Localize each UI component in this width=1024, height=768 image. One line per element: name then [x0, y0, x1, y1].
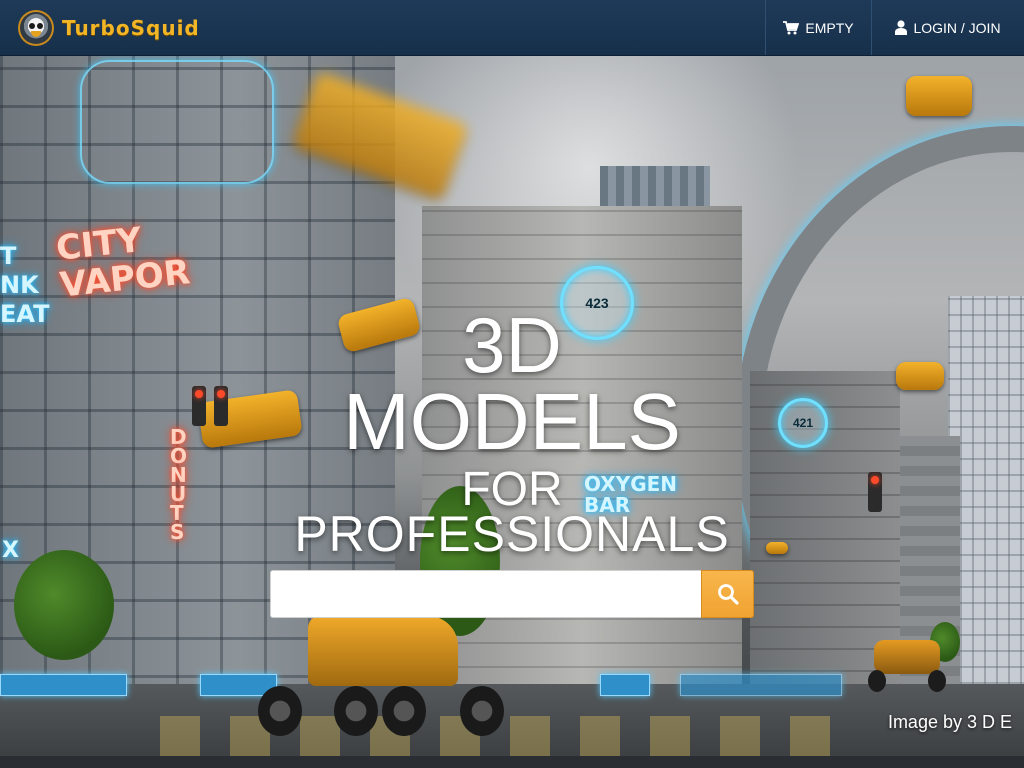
user-icon	[895, 20, 908, 35]
shopping-cart-icon	[783, 20, 800, 34]
holo-barrier	[0, 674, 127, 696]
car-hologram	[80, 60, 274, 184]
cart-label: EMPTY	[805, 19, 854, 36]
yellow-rover-vehicle	[258, 616, 508, 746]
login-join-button[interactable]: LOGIN / JOIN	[871, 0, 1024, 55]
bottom-strip	[0, 756, 1024, 768]
top-nav-bar: TurboSquid EMPTY LOGIN / JOIN	[0, 0, 1024, 56]
magnifier-icon	[717, 584, 739, 605]
tree	[14, 550, 114, 660]
hero-banner: 423 421 CITY VAPOR T NK EAT X DONUTS OXY…	[0, 56, 1024, 756]
partial-sign-line1: T	[0, 242, 17, 270]
search-input[interactable]	[270, 570, 701, 618]
turbosquid-logo[interactable]: TurboSquid	[18, 9, 200, 47]
brand-name: TurboSquid	[62, 16, 200, 40]
squid-mascot-icon	[18, 10, 54, 46]
holo-barrier	[680, 674, 842, 696]
headline-3d: 3D	[462, 301, 562, 389]
login-join-label: LOGIN / JOIN	[913, 19, 1001, 36]
headline-models: MODELS	[343, 377, 681, 466]
partial-sign-line2: NK	[0, 270, 39, 299]
holo-barrier	[600, 674, 650, 696]
search-bar	[270, 570, 754, 618]
city-vapor-sign: CITY VAPOR	[54, 217, 192, 306]
distant-rover-vehicle	[868, 636, 948, 696]
cart-button[interactable]: EMPTY	[765, 0, 871, 55]
flying-ship-top-right	[906, 76, 972, 116]
headline-professionals: PROFESSIONALS	[294, 506, 730, 562]
search-button[interactable]	[701, 570, 754, 618]
image-credit: Image by 3 D E	[887, 712, 1012, 732]
